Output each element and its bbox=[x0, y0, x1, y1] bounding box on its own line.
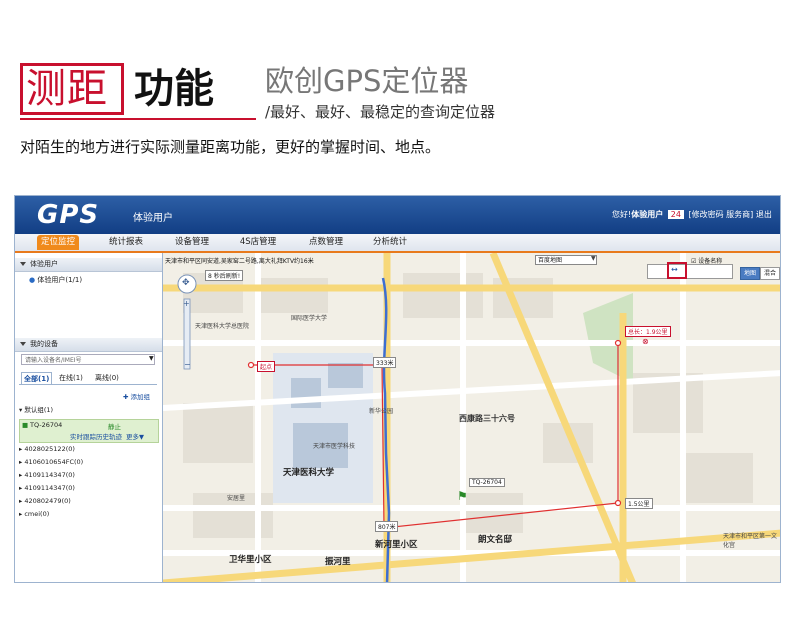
measure-segment-2: 807米 bbox=[375, 521, 399, 532]
map-label-park: 新华公园 bbox=[369, 408, 394, 415]
more-link[interactable]: 更多▼ bbox=[126, 431, 144, 441]
realtime-track-link[interactable]: 实时跟踪 bbox=[70, 431, 96, 441]
tab-device-management[interactable]: 设备管理 bbox=[169, 235, 215, 250]
feature-description: 对陌生的地方进行实际测量距离功能，更好的掌握时间、地点。 bbox=[20, 138, 441, 156]
map-provider-select[interactable]: 百度地图 bbox=[535, 255, 597, 265]
map-label-intl: 国际医学大学 bbox=[291, 315, 328, 322]
vehicle-status-icon: ■ bbox=[22, 421, 29, 429]
map-label-area1: 卫华里小区 bbox=[229, 555, 272, 565]
user-bar: 您好!体验用户 24 [修改密码 服务商] 退出 bbox=[612, 209, 772, 220]
app-header: GPS 体验用户 您好!体验用户 24 [修改密码 服务商] 退出 bbox=[15, 196, 780, 234]
account-title: 体验用户 bbox=[133, 213, 173, 224]
map-label-area2: 振河里 bbox=[325, 557, 351, 567]
devices-header[interactable]: 我的设备 bbox=[15, 338, 162, 352]
users-header[interactable]: 体验用户 bbox=[15, 258, 162, 272]
collapse-icon bbox=[20, 342, 26, 346]
search-dropdown-icon[interactable]: ▼ bbox=[149, 355, 154, 362]
measure-close-icon[interactable]: ⊗ bbox=[642, 337, 649, 346]
map-label-road: 西康路三十六号 bbox=[459, 414, 515, 423]
zoom-in-icon[interactable]: + bbox=[183, 299, 190, 308]
device-name: TQ-26704 bbox=[30, 421, 63, 429]
vehicle-label[interactable]: TQ-26704 bbox=[469, 478, 505, 487]
group-item[interactable]: ▸ 4028025122(0) bbox=[19, 445, 75, 453]
brand-slogan: /最好、最好、最稳定的查询定位器 bbox=[265, 103, 496, 121]
map-label-area3: 新河里小区 bbox=[375, 540, 418, 550]
group-item[interactable]: ▸ cmei(0) bbox=[19, 510, 49, 518]
vehicle-marker-icon[interactable]: ⚑ bbox=[457, 489, 468, 503]
group-item[interactable]: ▸ 4106010654FC(0) bbox=[19, 458, 83, 466]
tab-reports[interactable]: 统计报表 bbox=[103, 235, 149, 250]
map-view[interactable]: 天津市和平区同安道,吴家窑二号路,离大礼拜KTV约16米 百度地图 ▼ ☑ 设备… bbox=[163, 253, 780, 582]
map-label-residence: 安居里 bbox=[227, 495, 246, 502]
app-window: GPS 体验用户 您好!体验用户 24 [修改密码 服务商] 退出 定位监控 统… bbox=[14, 195, 781, 583]
measure-segment-1: 333米 bbox=[373, 357, 397, 368]
current-address: 天津市和平区同安道,吴家窑二号路,离大礼拜KTV约16米 bbox=[165, 258, 314, 265]
measure-start-label: 起点 bbox=[257, 361, 276, 372]
map-label-school: 天津医科大学 bbox=[283, 468, 335, 478]
title-main: 功能 bbox=[134, 66, 214, 112]
ruler-icon[interactable]: ↔ bbox=[671, 265, 678, 274]
user-icon: ● bbox=[29, 276, 36, 284]
device-search-input[interactable]: 请输入设备名/IMEI号 bbox=[21, 354, 155, 365]
measure-segment-3: 1.5公里 bbox=[625, 498, 653, 509]
device-panel: 体验用户 ● 体验用户(1/1) 我的设备 请输入设备名/IMEI号 ▼ 全部(… bbox=[15, 253, 163, 582]
measure-total-label: 总长：1.9公里 bbox=[625, 326, 671, 337]
map-type-map[interactable]: 地图 bbox=[740, 267, 761, 280]
tabs-divider bbox=[19, 384, 157, 385]
main-nav: 定位监控 统计报表 设备管理 4S店管理 点数管理 分析统计 bbox=[15, 234, 780, 253]
select-arrow-icon[interactable]: ▼ bbox=[591, 255, 596, 262]
map-label-hospital: 天津医科大学总医院 bbox=[195, 323, 250, 330]
message-count-badge[interactable]: 24 bbox=[667, 210, 684, 219]
status-tab-offline[interactable]: 离线(0) bbox=[95, 372, 119, 384]
group-item[interactable]: ▸ 420802479(0) bbox=[19, 497, 71, 505]
map-label-area4: 朗文名邸 bbox=[478, 535, 513, 545]
add-group-link[interactable]: ✚ 添加组 bbox=[123, 391, 150, 401]
pan-control-icon[interactable]: ✥ bbox=[182, 278, 190, 288]
change-password-link[interactable]: [修改密码 bbox=[689, 210, 724, 219]
selected-device-row[interactable]: ■ TQ-26704 静止 实时跟踪 历史轨迹 更多▼ bbox=[19, 419, 159, 443]
map-label-area5: 天津市和平区第一文化宫 bbox=[723, 533, 778, 549]
group-default[interactable]: ▾ 默认组(1) bbox=[19, 404, 53, 414]
collapse-icon bbox=[20, 262, 26, 266]
refresh-countdown: 8 秒后刷新! bbox=[205, 270, 244, 281]
tab-points-management[interactable]: 点数管理 bbox=[303, 235, 349, 250]
tab-analytics[interactable]: 分析统计 bbox=[367, 235, 413, 250]
app-logo: GPS bbox=[37, 200, 100, 230]
group-item[interactable]: ▸ 4109114347(0) bbox=[19, 484, 75, 492]
title-divider bbox=[20, 118, 256, 120]
logout-link[interactable]: 退出 bbox=[756, 210, 772, 219]
brand-name: 欧创GPS定位器 bbox=[265, 64, 469, 98]
zoom-out-icon[interactable]: − bbox=[184, 360, 191, 369]
device-status: 静止 bbox=[108, 423, 121, 431]
tab-4s-management[interactable]: 4S店管理 bbox=[235, 235, 281, 250]
user-tree-item[interactable]: ● 体验用户(1/1) bbox=[29, 275, 82, 285]
group-item[interactable]: ▸ 4109114347(0) bbox=[19, 471, 75, 479]
map-label-tech: 天津市医学科技 bbox=[313, 443, 356, 450]
title-highlight: 测距 bbox=[26, 66, 108, 112]
service-link[interactable]: 服务商] bbox=[726, 210, 753, 219]
username: 体验用户 bbox=[631, 210, 664, 219]
status-tab-online[interactable]: 在线(1) bbox=[59, 372, 83, 384]
map-toolbar bbox=[647, 264, 733, 279]
map-type-hybrid[interactable]: 混合 bbox=[760, 267, 780, 280]
tab-location-monitor[interactable]: 定位监控 bbox=[37, 235, 79, 250]
history-track-link[interactable]: 历史轨迹 bbox=[96, 431, 122, 441]
greeting: 您好! bbox=[612, 210, 632, 219]
